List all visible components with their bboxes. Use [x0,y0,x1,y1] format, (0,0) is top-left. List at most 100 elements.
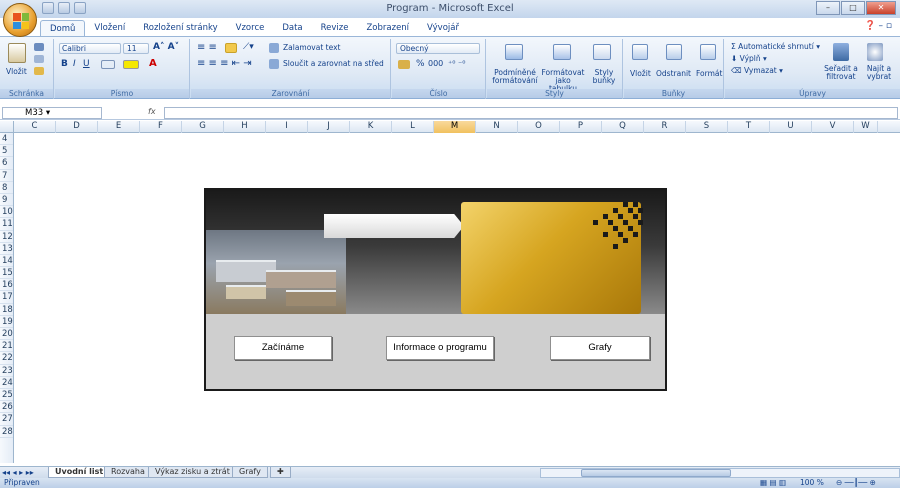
row-header[interactable]: 14 [0,255,13,268]
row-header[interactable]: 18 [0,304,13,316]
tab-vyvojar[interactable]: Vývojář [418,20,468,36]
row-header[interactable]: 17 [0,291,13,304]
row-header[interactable]: 12 [0,231,13,243]
column-header[interactable]: E [98,121,140,133]
select-all-corner[interactable] [0,121,14,133]
row-header[interactable]: 10 [0,206,13,219]
format-painter-icon[interactable] [34,67,44,75]
row-header[interactable]: 13 [0,243,13,255]
align-left-icon[interactable]: ≡ ≡ ≡ ⇤ ⇥ [197,58,252,69]
horizontal-scrollbar[interactable] [540,468,900,478]
grow-font-icon[interactable]: A˄ A˅ [153,42,179,52]
column-header[interactable]: L [392,121,434,133]
column-header[interactable]: C [14,121,56,133]
formula-input[interactable] [164,107,898,119]
column-header[interactable]: T [728,121,770,133]
find-select-button[interactable]: Najít a vybrat [861,65,897,81]
insert-function-icon[interactable]: fx [148,107,156,116]
column-header[interactable]: Q [602,121,644,133]
column-header[interactable]: I [266,121,308,133]
zaciname-button[interactable]: Začínáme [234,336,332,360]
column-header[interactable]: R [644,121,686,133]
help-icon[interactable]: ❓ – ▫ [864,21,892,31]
delete-cells-button[interactable]: Odstranit [656,69,691,78]
sheet-nav-icon[interactable]: ◂◂ ◂ ▸ ▸▸ [2,468,34,477]
fill-color-icon[interactable] [123,60,139,69]
tab-vlozeni[interactable]: Vložení [85,20,134,36]
column-header[interactable]: W [854,121,878,133]
row-header[interactable]: 15 [0,267,13,280]
decimal-icon[interactable]: ⁺⁰ ⁻⁰ [448,59,465,68]
format-cells-button[interactable]: Formát [696,69,722,78]
row-header[interactable]: 7 [0,170,13,182]
underline-button[interactable]: U [83,59,90,69]
conditional-format-button[interactable]: Podmíněné formátování [491,69,539,85]
row-header[interactable]: 27 [0,413,13,426]
paste-button[interactable]: Vložit [6,67,27,76]
zoom-slider[interactable]: ⊖ ──┃── ⊕ [836,478,876,487]
undo-icon[interactable] [58,2,70,14]
row-header[interactable]: 6 [0,157,13,170]
row-header[interactable]: 26 [0,401,13,414]
row-header[interactable]: 11 [0,218,13,231]
merge-center-button[interactable]: Sloučit a zarovnat na střed [283,59,384,68]
align-top-icon[interactable]: ≡ ≡ [197,42,217,53]
column-header[interactable]: F [140,121,182,133]
cell-styles-button[interactable]: Styly buňky [589,69,619,85]
column-header[interactable]: K [350,121,392,133]
sheet-tab-uvodni[interactable]: Uvodní list [48,467,111,478]
font-color-icon[interactable]: A [149,58,157,69]
align-middle-icon[interactable] [225,43,237,53]
column-header[interactable]: D [56,121,98,133]
office-button[interactable] [3,3,37,37]
tab-domu[interactable]: Domů [40,20,86,36]
row-header[interactable]: 22 [0,352,13,365]
column-header[interactable]: S [686,121,728,133]
italic-button[interactable]: I [73,59,76,69]
save-icon[interactable] [42,2,54,14]
copy-icon[interactable] [34,55,44,63]
column-header[interactable]: H [224,121,266,133]
column-header[interactable]: N [476,121,518,133]
row-header[interactable]: 23 [0,365,13,377]
font-size-select[interactable]: 11 [123,43,149,54]
autosum-button[interactable]: Σ Automatické shrnutí ▾ [731,42,820,51]
orientation-icon[interactable]: ⟋▾ [243,42,254,52]
row-header[interactable]: 25 [0,389,13,402]
column-header[interactable]: M [434,121,476,133]
font-name-select[interactable]: Calibri [59,43,121,54]
row-header[interactable]: 5 [0,145,13,158]
clear-button[interactable]: ⌫ Vymazat ▾ [731,66,783,75]
currency-icon[interactable] [398,60,410,69]
sheet-tab-vykaz[interactable]: Výkaz zisku a ztrát [148,467,237,478]
informace-button[interactable]: Informace o programu [386,336,494,360]
sheet-tab-rozvaha[interactable]: Rozvaha [104,467,152,478]
fill-button[interactable]: ⬇ Výplň ▾ [731,54,767,63]
name-box[interactable]: M33 ▾ [2,107,102,119]
wrap-text-button[interactable]: Zalamovat text [283,43,340,52]
redo-icon[interactable] [74,2,86,14]
row-header[interactable]: 20 [0,328,13,341]
scroll-thumb[interactable] [581,469,731,477]
tab-zobrazeni[interactable]: Zobrazení [357,20,418,36]
tab-data[interactable]: Data [273,20,311,36]
row-header[interactable]: 21 [0,340,13,353]
column-header[interactable]: U [770,121,812,133]
number-format-select[interactable]: Obecný [396,43,480,54]
thousands-button[interactable]: 000 [428,59,443,68]
tab-vzorce[interactable]: Vzorce [227,20,274,36]
zoom-level[interactable]: 100 % [800,478,824,487]
view-buttons-icon[interactable]: ▦ ▤ ▥ [760,478,786,487]
percent-button[interactable]: % [416,59,425,69]
bold-button[interactable]: B [61,59,68,69]
cut-icon[interactable] [34,43,44,51]
insert-sheet-icon[interactable]: ✚ [270,467,291,478]
row-header[interactable]: 28 [0,426,13,438]
column-header[interactable]: G [182,121,224,133]
close-button[interactable]: ✕ [866,1,896,15]
column-header[interactable]: J [308,121,350,133]
grafy-button[interactable]: Grafy [550,336,650,360]
row-header[interactable]: 9 [0,194,13,207]
column-header[interactable]: V [812,121,854,133]
tab-rozlozeni[interactable]: Rozložení stránky [134,20,226,36]
